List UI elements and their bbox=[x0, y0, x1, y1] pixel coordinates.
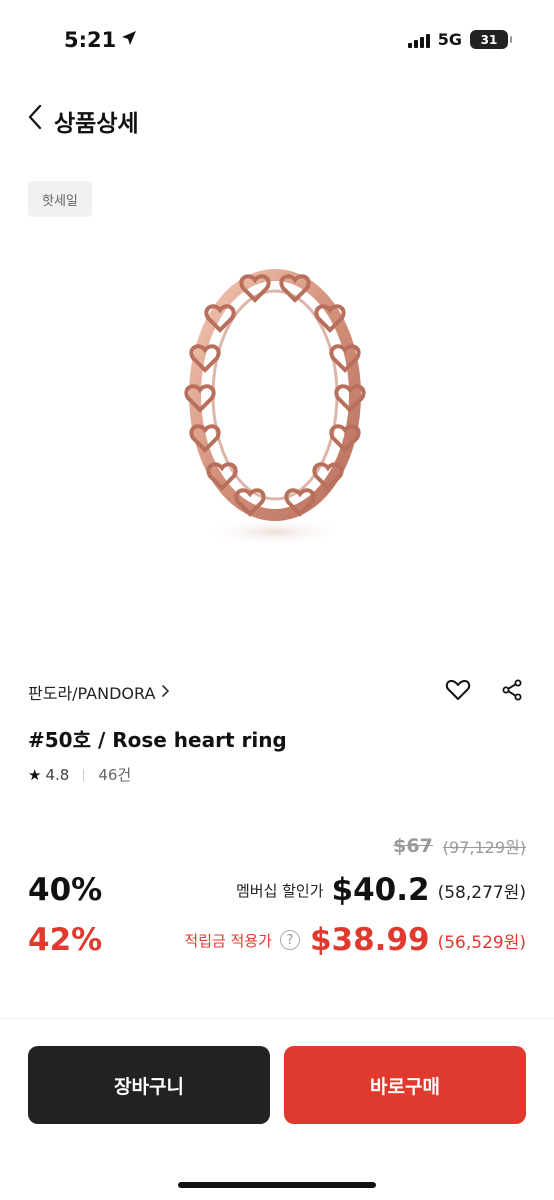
points-price-label: 적립금 적용가 bbox=[184, 931, 272, 950]
status-indicators: 5G 31 bbox=[407, 30, 512, 49]
points-price: $38.99 bbox=[309, 922, 430, 958]
wishlist-button[interactable] bbox=[444, 678, 472, 706]
home-indicator[interactable] bbox=[178, 1182, 376, 1188]
points-price-krw: (56,529원) bbox=[437, 932, 526, 953]
add-to-cart-button[interactable]: 장바구니 bbox=[28, 1046, 270, 1124]
points-price-group: 적립금 적용가 ? $38.99 (56,529원) bbox=[184, 922, 526, 958]
share-button[interactable] bbox=[498, 678, 526, 706]
back-button[interactable] bbox=[22, 104, 48, 134]
member-price-group: 멤버십 할인가 $40.2 (58,277원) bbox=[236, 872, 526, 908]
navigation-arrow-icon bbox=[120, 28, 138, 52]
points-price-row: 42% 적립금 적용가 ? $38.99 (56,529원) bbox=[28, 918, 526, 962]
heart-icon bbox=[445, 678, 471, 706]
battery-icon: 31 bbox=[470, 30, 512, 49]
original-price: $67 bbox=[393, 835, 433, 857]
rating-divider bbox=[83, 768, 85, 781]
status-bar: 5:21 5G 31 bbox=[0, 0, 554, 84]
help-icon[interactable]: ? bbox=[279, 930, 300, 950]
sale-badge: 핫세일 bbox=[28, 181, 92, 217]
battery-level: 31 bbox=[480, 32, 498, 47]
status-time: 5:21 bbox=[64, 28, 117, 52]
divider bbox=[0, 1018, 554, 1019]
rating-value: 4.8 bbox=[45, 765, 70, 784]
star-icon: ★ bbox=[28, 765, 42, 784]
member-price-row: 40% 멤버십 할인가 $40.2 (58,277원) bbox=[28, 868, 526, 912]
original-price-row: $67 (97,129원) bbox=[393, 834, 526, 858]
review-count: 46건 bbox=[98, 766, 132, 784]
member-price-label: 멤버십 할인가 bbox=[235, 881, 324, 900]
buy-now-button[interactable]: 바로구매 bbox=[284, 1046, 526, 1124]
signal-icon bbox=[407, 32, 430, 48]
original-price-krw: (97,129원) bbox=[442, 838, 526, 857]
product-actions bbox=[444, 678, 526, 706]
chevron-right-icon bbox=[161, 683, 170, 702]
brand-name: 판도라/PANDORA bbox=[28, 684, 156, 703]
rating-row[interactable]: ★ 4.8 46건 bbox=[28, 764, 131, 785]
header: 상품상세 bbox=[0, 96, 554, 142]
brand-row: 판도라/PANDORA bbox=[28, 676, 526, 708]
product-image bbox=[150, 250, 400, 570]
member-price: $40.2 bbox=[331, 872, 430, 908]
status-time-group: 5:21 bbox=[64, 28, 138, 52]
cta-row: 장바구니 바로구매 bbox=[28, 1046, 526, 1124]
member-discount: 40% bbox=[28, 872, 103, 908]
page-title: 상품상세 bbox=[54, 111, 139, 137]
back-chevron-icon bbox=[27, 104, 43, 134]
network-type: 5G bbox=[437, 30, 462, 49]
member-price-krw: (58,277원) bbox=[437, 882, 526, 903]
share-icon bbox=[501, 679, 523, 705]
points-discount: 42% bbox=[28, 922, 103, 958]
ring-illustration bbox=[184, 269, 366, 546]
product-name: #50호 / Rose heart ring bbox=[28, 728, 287, 752]
brand-link[interactable]: 판도라/PANDORA bbox=[28, 680, 170, 704]
